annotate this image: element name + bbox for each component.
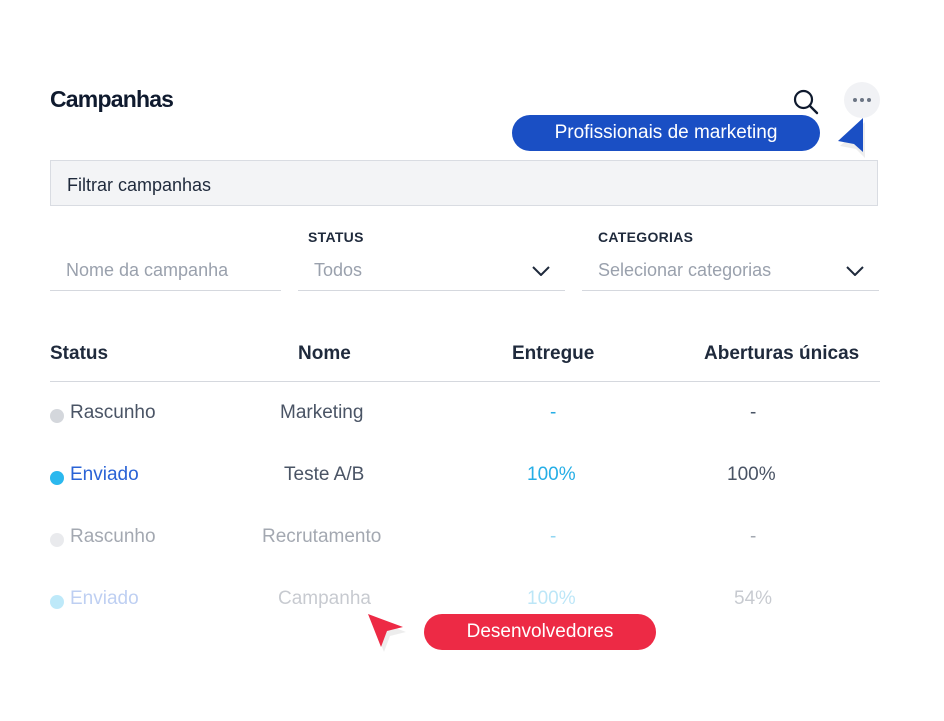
table-row[interactable]: Rascunho Marketing - - (50, 396, 880, 436)
campaign-name-input[interactable]: Nome da campanha (50, 252, 281, 291)
page-title: Campanhas (50, 86, 174, 112)
search-button[interactable] (792, 88, 820, 116)
campaign-name: Marketing (280, 402, 364, 423)
campaign-name-placeholder: Nome da campanha (66, 260, 229, 280)
cursor-arrow-icon (368, 614, 406, 652)
column-name[interactable]: Nome (298, 343, 351, 365)
delivered-value: - (550, 526, 557, 547)
table-header: Status Nome Entregue Aberturas únicas (50, 329, 880, 382)
status-dot (50, 595, 64, 609)
delivered-value: 100% (527, 464, 576, 485)
status-text: Rascunho (70, 526, 156, 547)
developers-callout: Desenvolvedores (424, 614, 656, 650)
status-value: Todos (314, 260, 363, 280)
table-row[interactable]: Enviado Teste A/B 100% 100% (50, 458, 880, 498)
delivered-value: - (550, 402, 557, 423)
cursor-arrow-icon (838, 118, 865, 158)
status-text: Enviado (70, 588, 139, 609)
campaign-name: Campanha (278, 588, 371, 609)
chevron-down-icon (846, 266, 864, 276)
unique-opens-value: 100% (727, 464, 776, 485)
status-label: STATUS (308, 229, 364, 245)
status-text: Rascunho (70, 402, 156, 423)
unique-opens-value: 54% (734, 588, 773, 609)
filter-campaigns-bar[interactable]: Filtrar campanhas (50, 160, 878, 206)
column-status[interactable]: Status (50, 343, 108, 365)
campaign-name: Teste A/B (284, 464, 365, 485)
column-unique-opens[interactable]: Aberturas únicas (704, 343, 859, 365)
status-dropdown[interactable]: Todos (298, 252, 565, 291)
status-text: Enviado (70, 464, 139, 485)
status-dot (50, 409, 64, 423)
categories-value: Selecionar categorias (598, 260, 772, 280)
categories-dropdown[interactable]: Selecionar categorias (582, 252, 879, 291)
marketers-callout: Profissionais de marketing (512, 115, 820, 151)
status-dot (50, 533, 64, 547)
table-row[interactable]: Rascunho Recrutamento - - (50, 520, 880, 560)
chevron-down-icon (532, 266, 550, 276)
delivered-value: 100% (527, 588, 576, 609)
unique-opens-value: - (750, 526, 757, 547)
categories-label: CATEGORIAS (598, 229, 694, 245)
campaign-name: Recrutamento (262, 526, 382, 547)
search-icon (793, 89, 819, 115)
filter-campaigns-label: Filtrar campanhas (67, 175, 212, 195)
unique-opens-value: - (750, 402, 757, 423)
column-delivered[interactable]: Entregue (512, 343, 594, 365)
status-dot (50, 471, 64, 485)
